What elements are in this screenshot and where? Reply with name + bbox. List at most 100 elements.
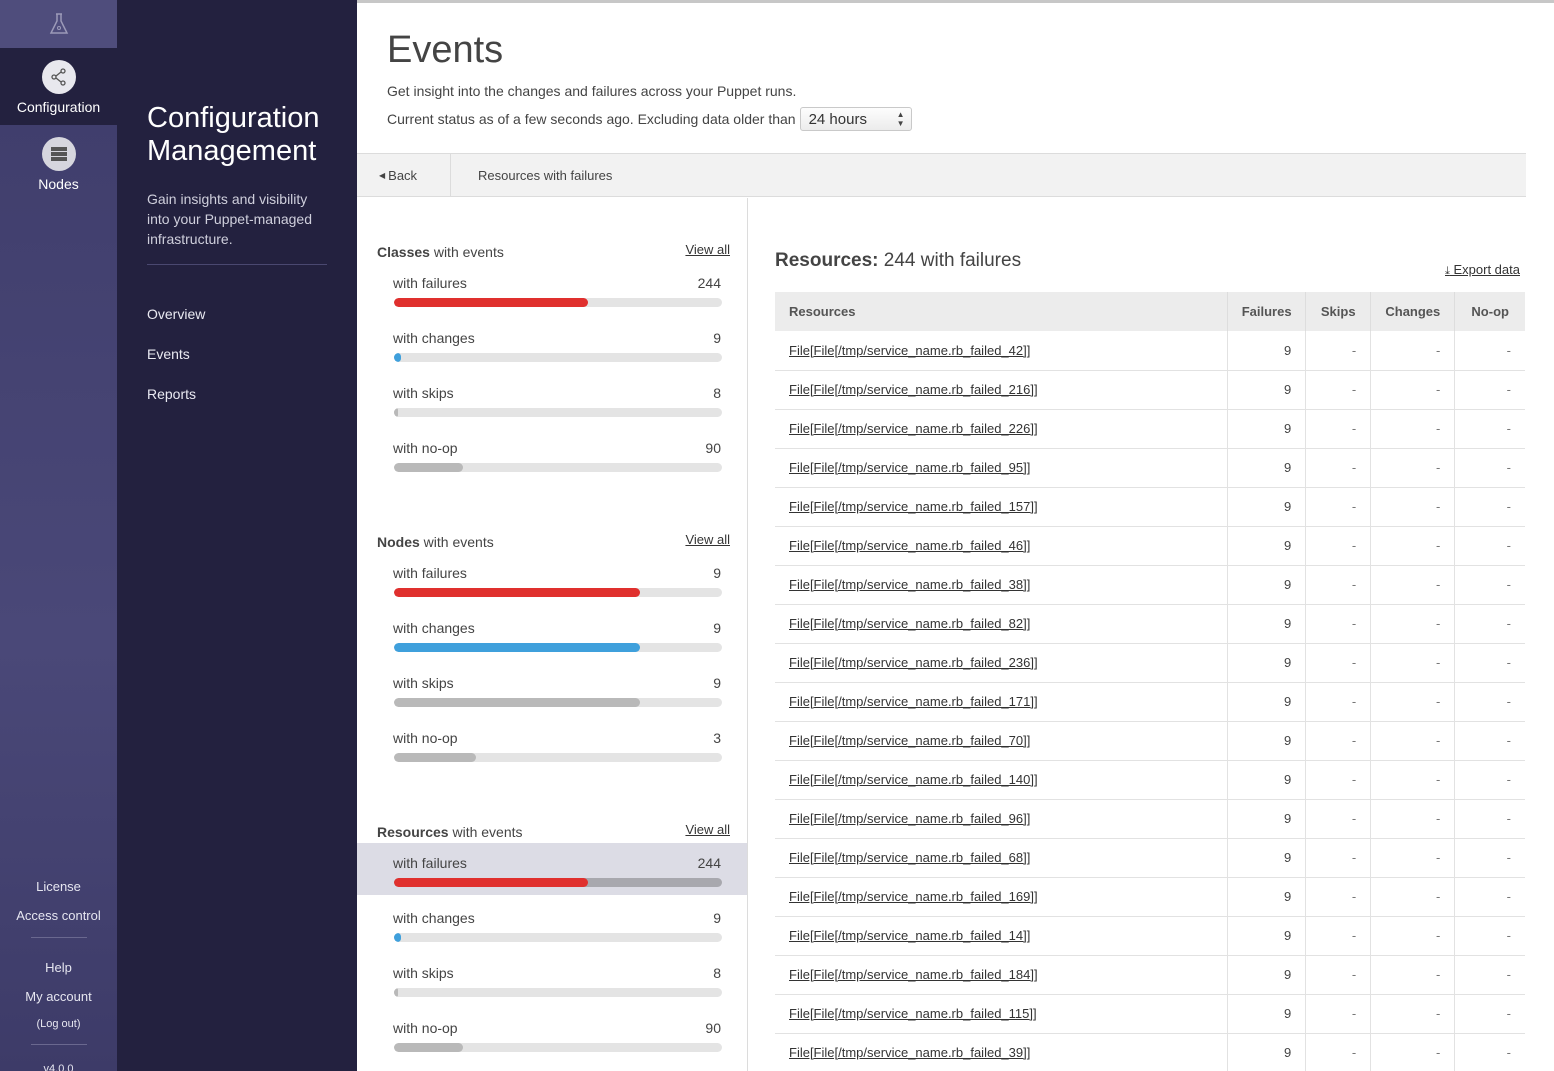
stat-row[interactable]: with changes 9: [357, 608, 747, 660]
changes-cell: -: [1370, 604, 1456, 644]
stat-count: 90: [705, 440, 721, 456]
view-all-link[interactable]: View all: [685, 822, 730, 840]
license-link[interactable]: License: [0, 879, 117, 894]
resource-cell: File[File[/tmp/service_name.rb_failed_39…: [775, 1033, 1229, 1071]
table-row: File[File[/tmp/service_name.rb_failed_17…: [775, 682, 1525, 722]
failures-cell: 9: [1227, 526, 1307, 566]
resource-link[interactable]: File[File[/tmp/service_name.rb_failed_14…: [789, 928, 1030, 943]
resource-link[interactable]: File[File[/tmp/service_name.rb_failed_15…: [789, 499, 1038, 514]
resource-link[interactable]: File[File[/tmp/service_name.rb_failed_38…: [789, 577, 1030, 592]
resource-link[interactable]: File[File[/tmp/service_name.rb_failed_23…: [789, 655, 1038, 670]
resource-link[interactable]: File[File[/tmp/service_name.rb_failed_82…: [789, 616, 1030, 631]
failures-cell: 9: [1227, 487, 1307, 527]
stat-row[interactable]: with skips 9: [357, 663, 747, 715]
noop-cell: -: [1454, 760, 1525, 800]
group-title-rest: with events: [419, 534, 494, 550]
access-control-link[interactable]: Access control: [0, 908, 117, 923]
stat-row[interactable]: with no-op 90: [357, 1008, 747, 1060]
resource-link[interactable]: File[File[/tmp/service_name.rb_failed_21…: [789, 382, 1038, 397]
rail-item-nodes[interactable]: Nodes: [0, 125, 117, 202]
column-header-changes[interactable]: Changes: [1370, 292, 1456, 331]
my-account-link[interactable]: My account: [0, 989, 117, 1004]
table-row: File[File[/tmp/service_name.rb_failed_95…: [775, 448, 1525, 488]
changes-cell: -: [1370, 799, 1456, 839]
skips-cell: -: [1305, 838, 1372, 878]
page-subtitle: Get insight into the changes and failure…: [387, 83, 797, 99]
resource-link[interactable]: File[File[/tmp/service_name.rb_failed_95…: [789, 460, 1030, 475]
logout-link[interactable]: (Log out): [0, 1018, 117, 1030]
skips-cell: -: [1305, 1033, 1372, 1071]
table-row: File[File[/tmp/service_name.rb_failed_96…: [775, 799, 1525, 839]
changes-cell: -: [1370, 994, 1456, 1034]
stat-bar-track: [394, 588, 722, 597]
skips-cell: -: [1305, 409, 1372, 449]
rail-item-configuration[interactable]: Configuration: [0, 48, 117, 125]
resource-link[interactable]: File[File[/tmp/service_name.rb_failed_16…: [789, 889, 1038, 904]
noop-cell: -: [1454, 799, 1525, 839]
view-all-link[interactable]: View all: [685, 532, 730, 550]
changes-cell: -: [1370, 409, 1456, 449]
stat-row[interactable]: with failures 244: [357, 263, 747, 315]
group-title: Classes with events: [377, 244, 504, 260]
failures-cell: 9: [1227, 838, 1307, 878]
changes-cell: -: [1370, 721, 1456, 761]
resource-link[interactable]: File[File[/tmp/service_name.rb_failed_96…: [789, 811, 1030, 826]
resource-link[interactable]: File[File[/tmp/service_name.rb_failed_39…: [789, 1045, 1030, 1060]
column-header-failures[interactable]: Failures: [1227, 292, 1307, 331]
stat-bar-fill: [394, 878, 588, 887]
noop-cell: -: [1454, 448, 1525, 488]
stat-bar-fill: [394, 588, 640, 597]
nav-link-events[interactable]: Events: [147, 346, 205, 386]
group-title-rest: with events: [448, 824, 523, 840]
nav-link-reports[interactable]: Reports: [147, 386, 205, 426]
resource-link[interactable]: File[File[/tmp/service_name.rb_failed_18…: [789, 967, 1038, 982]
noop-cell: -: [1454, 955, 1525, 995]
stat-row[interactable]: with failures 244: [357, 843, 747, 895]
resource-cell: File[File[/tmp/service_name.rb_failed_96…: [775, 799, 1229, 839]
table-row: File[File[/tmp/service_name.rb_failed_23…: [775, 643, 1525, 683]
noop-cell: -: [1454, 526, 1525, 566]
stat-row[interactable]: with no-op 90: [357, 428, 747, 480]
resource-link[interactable]: File[File[/tmp/service_name.rb_failed_22…: [789, 421, 1038, 436]
resource-link[interactable]: File[File[/tmp/service_name.rb_failed_11…: [789, 1006, 1037, 1021]
resource-link[interactable]: File[File[/tmp/service_name.rb_failed_46…: [789, 538, 1030, 553]
stat-bar-track: [394, 463, 722, 472]
column-header-noop[interactable]: No-op: [1454, 292, 1525, 331]
changes-cell: -: [1370, 1033, 1456, 1071]
stat-label: with failures: [393, 275, 467, 291]
view-all-link[interactable]: View all: [685, 242, 730, 260]
nav-link-overview[interactable]: Overview: [147, 306, 205, 346]
stat-row[interactable]: with no-op 3: [357, 718, 747, 770]
stat-count: 9: [713, 565, 721, 581]
column-header-resources[interactable]: Resources: [775, 292, 1229, 331]
stat-row[interactable]: with skips 8: [357, 373, 747, 425]
failures-cell: 9: [1227, 409, 1307, 449]
stat-row[interactable]: with changes 9: [357, 898, 747, 950]
stat-row[interactable]: with changes 9: [357, 318, 747, 370]
stat-bar-track: [394, 643, 722, 652]
resource-link[interactable]: File[File[/tmp/service_name.rb_failed_42…: [789, 343, 1030, 358]
stat-row[interactable]: with skips 8: [357, 953, 747, 1005]
skips-cell: -: [1305, 994, 1372, 1034]
noop-cell: -: [1454, 487, 1525, 527]
skips-cell: -: [1305, 682, 1372, 722]
resource-link[interactable]: File[File[/tmp/service_name.rb_failed_17…: [789, 694, 1038, 709]
back-button[interactable]: ◀ Back: [357, 154, 451, 196]
resource-link[interactable]: File[File[/tmp/service_name.rb_failed_70…: [789, 733, 1030, 748]
stat-bar-fill: [394, 463, 463, 472]
resource-cell: File[File[/tmp/service_name.rb_failed_95…: [775, 448, 1229, 488]
stat-row[interactable]: with failures 9: [357, 553, 747, 605]
resource-cell: File[File[/tmp/service_name.rb_failed_42…: [775, 331, 1229, 371]
resource-link[interactable]: File[File[/tmp/service_name.rb_failed_68…: [789, 850, 1030, 865]
help-link[interactable]: Help: [0, 960, 117, 975]
rail-logo[interactable]: [0, 0, 117, 48]
export-data-link[interactable]: ⤓ Export data: [1445, 262, 1520, 278]
main-content: Events Get insight into the changes and …: [357, 0, 1554, 1071]
group-title: Nodes with events: [377, 534, 494, 550]
time-range-select[interactable]: 24 hours ▲ ▼: [799, 107, 912, 131]
resource-link[interactable]: File[File[/tmp/service_name.rb_failed_14…: [789, 772, 1038, 787]
column-header-skips[interactable]: Skips: [1305, 292, 1372, 331]
table-row: File[File[/tmp/service_name.rb_failed_68…: [775, 838, 1525, 878]
stat-label: with failures: [393, 855, 467, 871]
stat-bar-track: [394, 753, 722, 762]
